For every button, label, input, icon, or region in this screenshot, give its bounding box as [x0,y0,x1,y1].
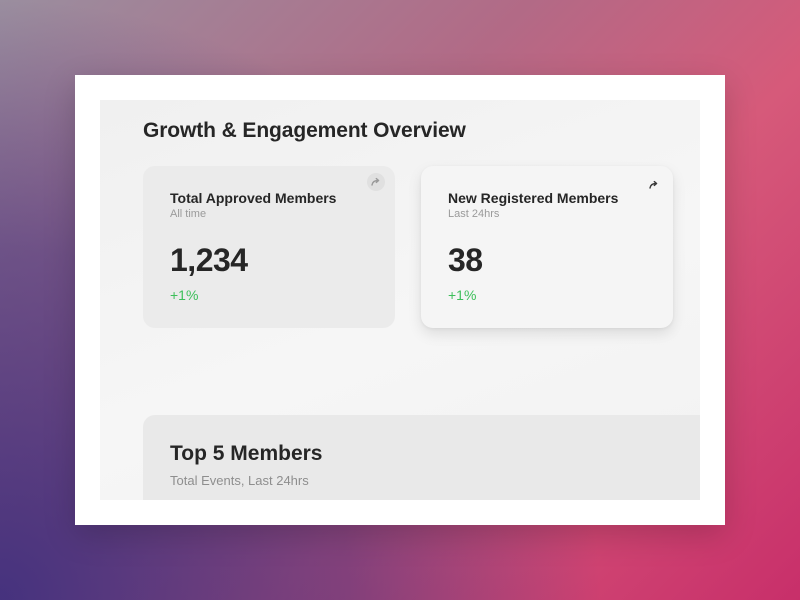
share-arrow-icon[interactable] [367,173,385,191]
card-change: +1% [170,287,199,303]
dashboard-canvas: Growth & Engagement Overview Total Appro… [100,100,700,500]
screenshot-frame: Growth & Engagement Overview Total Appro… [75,75,725,525]
card-title: New Registered Members [448,190,619,206]
page-title: Growth & Engagement Overview [143,119,466,142]
card-subtitle: Last 24hrs [448,208,500,220]
new-registered-members-card[interactable]: New Registered Members Last 24hrs 38 +1% [421,166,673,328]
section-subtitle: Total Events, Last 24hrs [170,473,309,488]
total-approved-members-card[interactable]: Total Approved Members All time 1,234 +1… [143,166,395,328]
card-value: 38 [448,242,483,278]
share-arrow-icon[interactable] [645,176,663,194]
section-title: Top 5 Members [170,442,323,465]
card-change: +1% [448,287,477,303]
card-value: 1,234 [170,242,248,278]
card-title: Total Approved Members [170,190,337,206]
card-subtitle: All time [170,208,207,220]
top-members-panel: Top 5 Members Total Events, Last 24hrs [143,415,700,500]
